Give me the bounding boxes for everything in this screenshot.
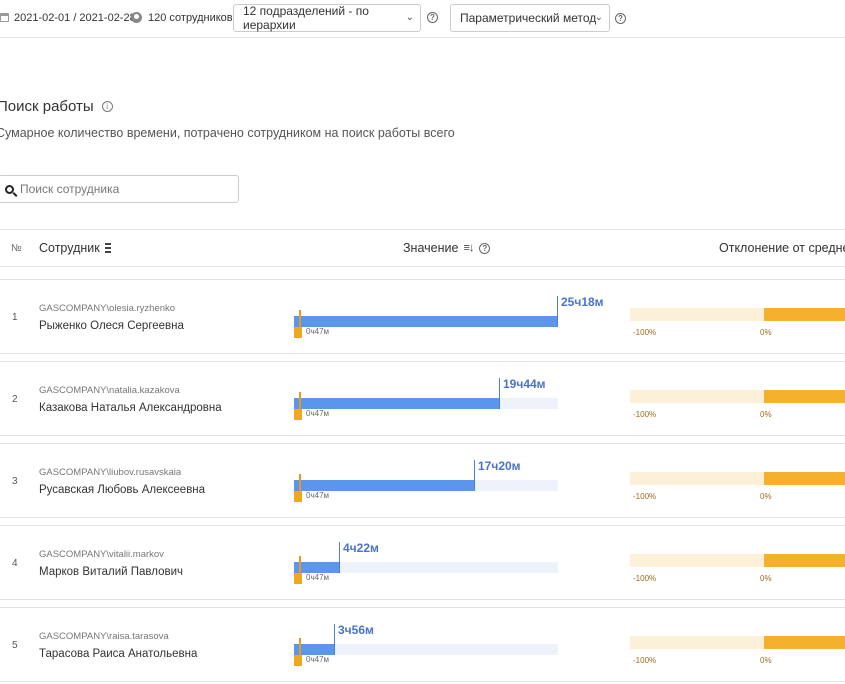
table-header: № Сотрудник Значение ≡↓ ? Отклонение от …	[0, 229, 845, 267]
help-icon[interactable]: ?	[427, 12, 438, 23]
average-bar	[294, 491, 302, 502]
help-icon[interactable]: ?	[479, 242, 491, 254]
column-header-value-label: Значение	[403, 241, 459, 255]
date-range[interactable]: 2021-02-01 / 2021-02-28	[0, 0, 136, 35]
table-row[interactable]: 4 GASCOMPANY\vitalii.markov Марков Витал…	[0, 525, 845, 600]
value-bar-fill	[294, 480, 475, 491]
hierarchy-select[interactable]: 12 подразделений - по иерархии ⌄	[233, 4, 421, 32]
employee-name[interactable]: Казакова Наталья Александровна	[39, 402, 222, 414]
deviation-min-label: -100%	[633, 656, 657, 665]
employee-login: GASCOMPANY\vitalii.markov	[39, 549, 164, 560]
value-label: 19ч44м	[503, 377, 546, 391]
value-bar-marker	[474, 460, 475, 491]
table-row[interactable]: 2 GASCOMPANY\natalia.kazakova Казакова Н…	[0, 361, 845, 436]
average-bar	[294, 655, 302, 666]
value-label: 4ч22м	[343, 541, 379, 555]
deviation-zero-label: 0%	[760, 410, 772, 419]
value-label: 25ч18м	[561, 295, 604, 309]
chevron-down-icon: ⌄	[594, 12, 603, 23]
employee-login: GASCOMPANY\natalia.kazakova	[39, 385, 180, 396]
average-bar	[294, 327, 302, 338]
value-bar-marker	[334, 624, 335, 655]
section-title-text: Поиск работы	[0, 98, 94, 115]
method-select-value: Параметрический метод	[460, 11, 597, 25]
hierarchy-select-value: 12 подразделений - по иерархии	[243, 4, 369, 32]
employee-login: GASCOMPANY\olesia.ryzhenko	[39, 303, 176, 314]
table-row[interactable]: 1 GASCOMPANY\olesia.ryzhenko Рыженко Оле…	[0, 279, 845, 354]
average-bar	[294, 573, 302, 584]
help-icon[interactable]: ?	[615, 13, 626, 24]
value-bar-fill	[294, 316, 558, 327]
chevron-down-icon: ⌄	[405, 12, 414, 23]
column-header-value[interactable]: Значение ≡↓ ?	[403, 241, 491, 255]
value-bar-marker	[557, 296, 558, 327]
search-icon	[5, 184, 14, 194]
calendar-icon	[0, 13, 9, 22]
employee-count[interactable]: 120 сотрудников	[131, 0, 233, 35]
column-header-employee-label: Сотрудник	[39, 241, 100, 255]
average-label: 0ч47м	[306, 573, 330, 582]
column-header-employee[interactable]: Сотрудник	[39, 241, 111, 255]
employee-name[interactable]: Рыженко Олеся Сергеевна	[39, 320, 184, 332]
deviation-fill	[764, 554, 845, 567]
deviation-fill	[764, 472, 845, 485]
deviation-min-label: -100%	[633, 574, 657, 583]
row-number: 3	[12, 476, 18, 487]
column-header-no: №	[11, 243, 22, 254]
average-bar	[294, 409, 302, 420]
method-select[interactable]: Параметрический метод ⌄	[450, 4, 610, 32]
deviation-fill	[764, 308, 845, 321]
deviation-zero-label: 0%	[760, 328, 772, 337]
section-subtitle: Сумарное количество времени, потрачено с…	[0, 126, 455, 140]
employee-login: GASCOMPANY\raisa.tarasova	[39, 631, 169, 642]
deviation-min-label: -100%	[633, 492, 657, 501]
value-bar-fill	[294, 398, 500, 409]
search-input[interactable]	[20, 182, 220, 196]
average-label: 0ч47м	[306, 655, 330, 664]
section-title: Поиск работы i	[0, 98, 113, 115]
deviation-fill	[764, 636, 845, 649]
average-label: 0ч47м	[306, 491, 330, 500]
deviation-zero-label: 0%	[760, 656, 772, 665]
table-row[interactable]: 5 GASCOMPANY\raisa.tarasova Тарасова Раи…	[0, 607, 845, 682]
employee-name[interactable]: Русавская Любовь Алексеевна	[39, 484, 205, 496]
employee-name[interactable]: Марков Виталий Павлович	[39, 566, 183, 578]
date-range-text: 2021-02-01 / 2021-02-28	[14, 11, 136, 24]
person-icon	[131, 12, 142, 23]
employee-count-text: 120 сотрудников	[148, 11, 233, 24]
info-icon[interactable]: i	[101, 101, 113, 112]
value-label: 17ч20м	[478, 459, 521, 473]
row-number: 5	[12, 640, 18, 651]
deviation-zero-label: 0%	[760, 574, 772, 583]
employee-search	[0, 175, 239, 203]
top-toolbar: 2021-02-01 / 2021-02-28 120 сотрудников …	[0, 0, 845, 38]
average-label: 0ч47м	[306, 327, 330, 336]
deviation-min-label: -100%	[633, 410, 657, 419]
row-number: 1	[12, 312, 18, 323]
value-bar-marker	[339, 542, 340, 573]
row-number: 2	[12, 394, 18, 405]
average-label: 0ч47м	[306, 409, 330, 418]
value-bar-marker	[499, 378, 500, 409]
table-row[interactable]: 3 GASCOMPANY\liubov.rusavskaia Русавская…	[0, 443, 845, 518]
deviation-fill	[764, 390, 845, 403]
value-label: 3ч56м	[338, 623, 374, 637]
employee-name[interactable]: Тарасова Раиса Анатольевна	[39, 648, 197, 660]
row-number: 4	[12, 558, 18, 569]
deviation-min-label: -100%	[633, 328, 657, 337]
sort-desc-icon[interactable]: ≡↓	[463, 242, 474, 254]
sort-icon[interactable]	[104, 243, 111, 253]
employee-login: GASCOMPANY\liubov.rusavskaia	[39, 467, 182, 478]
deviation-zero-label: 0%	[760, 492, 772, 501]
column-header-deviation[interactable]: Отклонение от средне	[719, 241, 845, 255]
